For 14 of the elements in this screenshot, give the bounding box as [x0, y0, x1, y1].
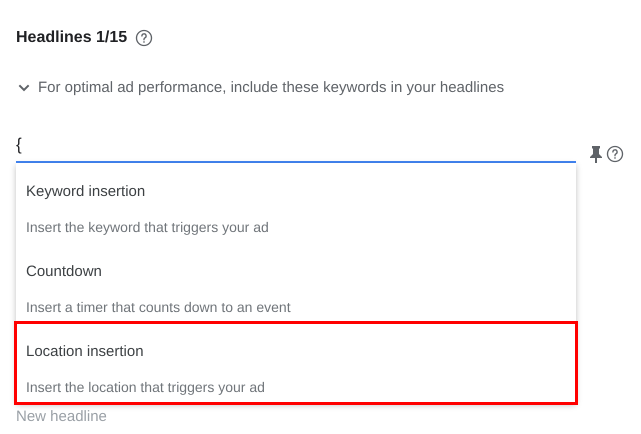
- pin-icon[interactable]: [589, 144, 603, 162]
- menu-item-title: Keyword insertion: [26, 182, 146, 202]
- menu-item[interactable]: Countdown Insert a timer that counts down to an event: [16, 243, 576, 323]
- menu-item-description: Insert the location that triggers your ad: [26, 378, 266, 397]
- help-icon[interactable]: [135, 29, 154, 47]
- menu-item-title: Location insertion: [26, 342, 145, 362]
- section-title: Headlines 1/15: [16, 28, 128, 48]
- menu-item-description: Insert the keyword that triggers your ad: [26, 218, 270, 237]
- menu-item[interactable]: Keyword insertion Insert the keyword that triggers your ad: [16, 163, 576, 243]
- menu-item-title: Countdown: [26, 262, 103, 282]
- help-icon[interactable]: [606, 144, 624, 162]
- keyword-hint: For optimal ad performance, include these keywords in your headlines: [38, 78, 504, 98]
- menu-item-description: Insert a timer that counts down to an event: [26, 298, 292, 316]
- menu-item[interactable]: Location insertion Insert the location that triggers your ad: [16, 323, 576, 403]
